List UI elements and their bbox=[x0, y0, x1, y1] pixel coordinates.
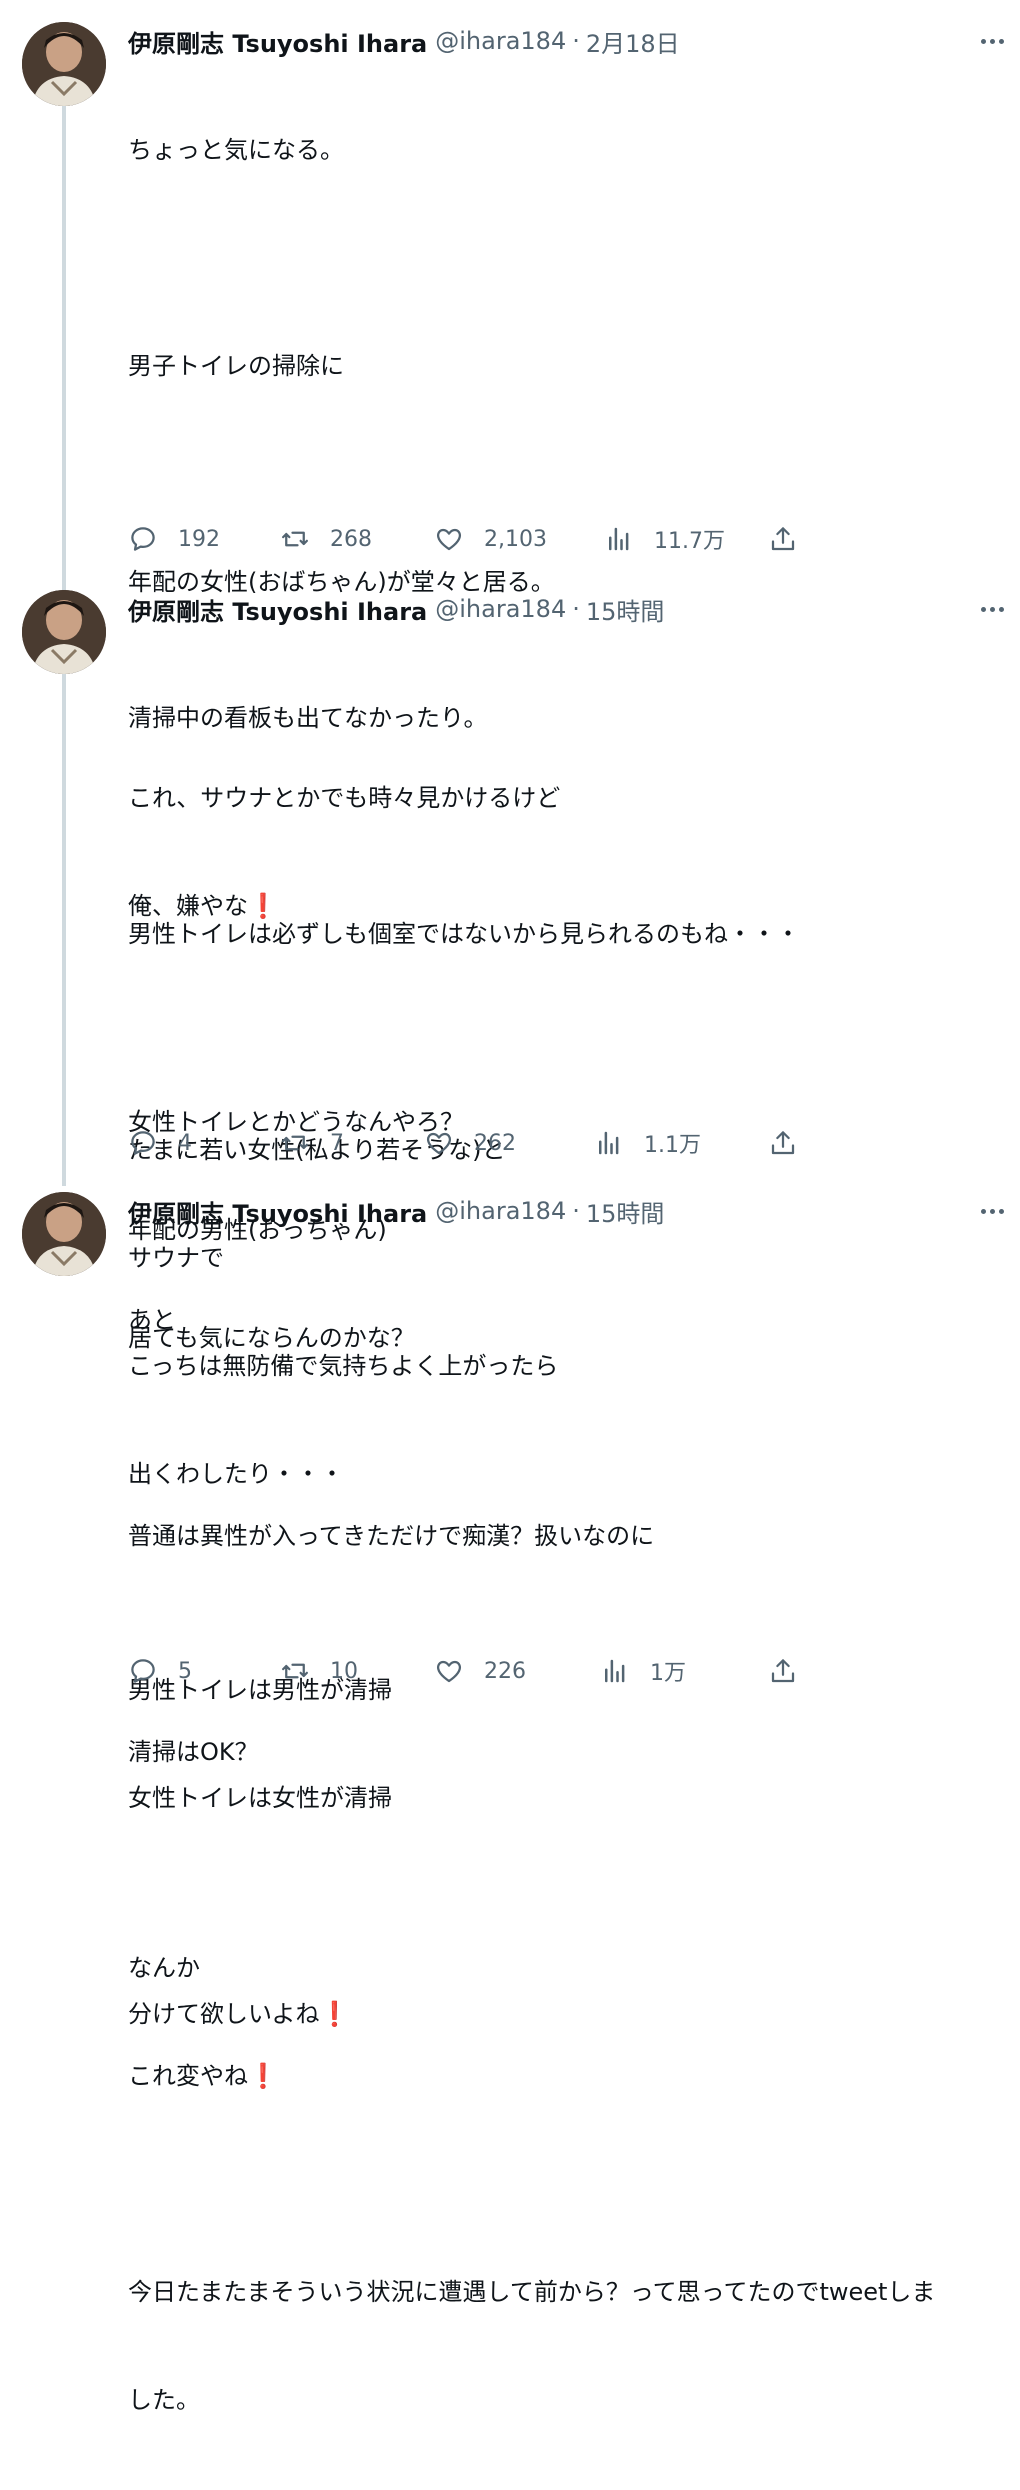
exclamation-mark: ❗ bbox=[248, 2062, 278, 2090]
views-count: 1.1万 bbox=[644, 1133, 701, 1158]
reply-button[interactable]: 5 bbox=[128, 1654, 192, 1688]
tweet-line: 普通は異性が入ってきただけで痴漢？扱いなのに bbox=[128, 1522, 655, 1550]
tweet-line: 清掃はOK？ bbox=[128, 1738, 259, 1766]
tweet-text: あと 普通は異性が入ってきただけで痴漢？扱いなのに 清掃はOK？ なんか これ変… bbox=[128, 1230, 1008, 2490]
like-button[interactable]: 2,103 bbox=[434, 522, 547, 556]
reply-icon bbox=[131, 527, 155, 551]
timestamp[interactable]: 15時間 bbox=[586, 592, 665, 627]
tweet-line: 男子トイレの掃除に bbox=[128, 352, 344, 380]
tweet-line: した。 bbox=[128, 2386, 200, 2414]
views-button[interactable]: 1.1万 bbox=[594, 1126, 701, 1160]
reply-count: 192 bbox=[178, 526, 220, 552]
separator-dot: · bbox=[572, 1197, 580, 1225]
share-icon bbox=[771, 1131, 795, 1155]
separator-dot: · bbox=[572, 27, 580, 55]
thread-line bbox=[62, 674, 66, 1186]
more-icon[interactable] bbox=[972, 592, 1012, 626]
avatar[interactable] bbox=[22, 1192, 106, 1276]
avatar[interactable] bbox=[22, 22, 106, 106]
avatar[interactable] bbox=[22, 590, 106, 674]
like-count: 262 bbox=[474, 1130, 516, 1156]
thread-line bbox=[62, 106, 66, 616]
timeline: 伊原剛志 Tsuyoshi Ihara @ihara184 · 2月18日 ちょ… bbox=[0, 0, 1020, 2414]
reply-count: 5 bbox=[178, 1658, 192, 1684]
retweet-button[interactable]: 7 bbox=[280, 1126, 344, 1160]
retweet-icon bbox=[282, 1663, 308, 1679]
share-button[interactable] bbox=[768, 1126, 798, 1160]
share-icon bbox=[771, 527, 795, 551]
tweet-line: 今日たまたまそういう状況に遭遇して前から？って思ってたのでtweetしま bbox=[128, 2278, 936, 2306]
avatar-image bbox=[22, 590, 106, 674]
retweet-count: 268 bbox=[330, 526, 372, 552]
views-button[interactable]: 11.7万 bbox=[604, 522, 725, 556]
reply-button[interactable]: 4 bbox=[128, 1126, 192, 1160]
retweet-icon bbox=[282, 1135, 308, 1151]
analytics-icon bbox=[599, 1131, 619, 1155]
timestamp[interactable]: 15時間 bbox=[586, 1194, 665, 1229]
tweet-line: 男性トイレは必ずしも個室ではないから見られるのもね・・・ bbox=[128, 920, 800, 948]
analytics-icon bbox=[609, 527, 629, 551]
tweet-header: 伊原剛志 Tsuyoshi Ihara @ihara184 · 15時間 bbox=[128, 1194, 664, 1228]
tweet-line: ちょっと気になる。 bbox=[128, 136, 344, 164]
heart-icon bbox=[426, 1132, 452, 1155]
separator-dot: · bbox=[572, 595, 580, 623]
more-icon[interactable] bbox=[972, 1194, 1012, 1228]
reply-button[interactable]: 192 bbox=[128, 522, 220, 556]
avatar-image bbox=[22, 1192, 106, 1276]
tweet-line bbox=[128, 1842, 1008, 1878]
like-button[interactable]: 262 bbox=[424, 1126, 516, 1160]
like-button[interactable]: 226 bbox=[434, 1654, 526, 1688]
views-count: 11.7万 bbox=[654, 529, 725, 554]
like-count: 2,103 bbox=[484, 526, 547, 552]
more-icon[interactable] bbox=[972, 24, 1012, 58]
tweet-line bbox=[128, 1024, 1008, 1060]
timestamp[interactable]: 2月18日 bbox=[586, 24, 680, 59]
tweet-line bbox=[128, 1410, 1008, 1446]
action-bar: 4 7 262 1.1万 bbox=[128, 1126, 868, 1160]
like-count: 226 bbox=[484, 1658, 526, 1684]
tweet-line: なんか bbox=[128, 1954, 200, 1982]
share-button[interactable] bbox=[768, 1654, 798, 1688]
tweet-line bbox=[128, 808, 1008, 844]
tweet-line bbox=[128, 240, 1008, 276]
author-handle[interactable]: @ihara184 bbox=[435, 27, 566, 55]
author-name[interactable]: 伊原剛志 Tsuyoshi Ihara bbox=[128, 24, 427, 59]
action-bar: 5 10 226 1万 bbox=[128, 1654, 868, 1688]
views-button[interactable]: 1万 bbox=[600, 1654, 686, 1688]
share-icon bbox=[771, 1659, 795, 1683]
tweet-line: 清掃中の看板も出てなかったり。 bbox=[128, 704, 488, 732]
tweet-header: 伊原剛志 Tsuyoshi Ihara @ihara184 · 15時間 bbox=[128, 592, 664, 626]
reply-count: 4 bbox=[178, 1130, 192, 1156]
tweet-header: 伊原剛志 Tsuyoshi Ihara @ihara184 · 2月18日 bbox=[128, 24, 680, 58]
author-name[interactable]: 伊原剛志 Tsuyoshi Ihara bbox=[128, 592, 427, 627]
action-bar: 192 268 2,103 11.7万 bbox=[128, 522, 868, 556]
retweet-icon bbox=[282, 531, 308, 547]
retweet-count: 7 bbox=[330, 1130, 344, 1156]
author-name[interactable]: 伊原剛志 Tsuyoshi Ihara bbox=[128, 1194, 427, 1229]
avatar-image bbox=[22, 22, 106, 106]
author-handle[interactable]: @ihara184 bbox=[435, 595, 566, 623]
tweet-line: あと bbox=[128, 1306, 176, 1334]
reply-icon bbox=[131, 1659, 155, 1683]
tweet-line bbox=[128, 2166, 1008, 2202]
views-count: 1万 bbox=[650, 1661, 686, 1686]
retweet-count: 10 bbox=[330, 1658, 358, 1684]
heart-icon bbox=[436, 1660, 462, 1683]
retweet-button[interactable]: 268 bbox=[280, 522, 372, 556]
reply-icon bbox=[131, 1131, 155, 1155]
author-handle[interactable]: @ihara184 bbox=[435, 1197, 566, 1225]
analytics-icon bbox=[605, 1659, 625, 1683]
tweet-line bbox=[128, 456, 1008, 492]
retweet-button[interactable]: 10 bbox=[280, 1654, 358, 1688]
share-button[interactable] bbox=[768, 522, 798, 556]
heart-icon bbox=[436, 528, 462, 551]
tweet-line: これ変やね❗ bbox=[128, 2062, 278, 2090]
